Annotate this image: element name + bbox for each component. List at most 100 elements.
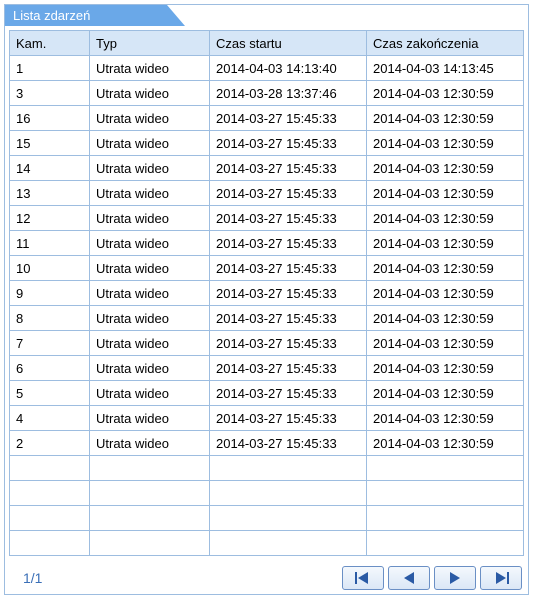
table-row[interactable]: 12Utrata wideo2014-03-27 15:45:332014-04… [10,206,524,231]
table-row[interactable]: 9Utrata wideo2014-03-27 15:45:332014-04-… [10,281,524,306]
cell-kam: 2 [10,431,90,456]
cell-end: 2014-04-03 12:30:59 [367,231,524,256]
table-row[interactable]: 4Utrata wideo2014-03-27 15:45:332014-04-… [10,406,524,431]
col-header-typ[interactable]: Typ [90,31,210,56]
table-row[interactable]: 15Utrata wideo2014-03-27 15:45:332014-04… [10,131,524,156]
table-row[interactable]: 2Utrata wideo2014-03-27 15:45:332014-04-… [10,431,524,456]
table-row[interactable]: 14Utrata wideo2014-03-27 15:45:332014-04… [10,156,524,181]
next-icon [448,571,462,585]
next-page-button[interactable] [434,566,476,590]
cell-empty [210,531,367,556]
cell-start: 2014-03-27 15:45:33 [210,206,367,231]
cell-end: 2014-04-03 12:30:59 [367,156,524,181]
cell-start: 2014-03-27 15:45:33 [210,131,367,156]
cell-end: 2014-04-03 12:30:59 [367,81,524,106]
cell-end: 2014-04-03 12:30:59 [367,381,524,406]
cell-end: 2014-04-03 12:30:59 [367,356,524,381]
table-row-empty [10,506,524,531]
cell-end: 2014-04-03 12:30:59 [367,431,524,456]
cell-typ: Utrata wideo [90,131,210,156]
col-header-end[interactable]: Czas zakończenia [367,31,524,56]
cell-start: 2014-03-27 15:45:33 [210,356,367,381]
cell-kam: 10 [10,256,90,281]
table-row-empty [10,481,524,506]
cell-empty [210,506,367,531]
cell-start: 2014-03-28 13:37:46 [210,81,367,106]
cell-kam: 5 [10,381,90,406]
cell-empty [10,456,90,481]
cell-empty [10,531,90,556]
cell-typ: Utrata wideo [90,331,210,356]
cell-start: 2014-03-27 15:45:33 [210,281,367,306]
cell-empty [90,531,210,556]
cell-end: 2014-04-03 12:30:59 [367,331,524,356]
last-page-button[interactable] [480,566,522,590]
cell-kam: 4 [10,406,90,431]
cell-typ: Utrata wideo [90,156,210,181]
table-row[interactable]: 10Utrata wideo2014-03-27 15:45:332014-04… [10,256,524,281]
cell-end: 2014-04-03 12:30:59 [367,281,524,306]
cell-kam: 6 [10,356,90,381]
table-row[interactable]: 8Utrata wideo2014-03-27 15:45:332014-04-… [10,306,524,331]
last-icon [492,571,510,585]
cell-typ: Utrata wideo [90,281,210,306]
cell-empty [367,506,524,531]
cell-empty [90,481,210,506]
cell-start: 2014-03-27 15:45:33 [210,256,367,281]
table-row[interactable]: 5Utrata wideo2014-03-27 15:45:332014-04-… [10,381,524,406]
table-row[interactable]: 3Utrata wideo2014-03-28 13:37:462014-04-… [10,81,524,106]
cell-kam: 1 [10,56,90,81]
cell-kam: 15 [10,131,90,156]
cell-end: 2014-04-03 12:30:59 [367,181,524,206]
cell-typ: Utrata wideo [90,81,210,106]
col-header-kam[interactable]: Kam. [10,31,90,56]
table-row-empty [10,531,524,556]
cell-typ: Utrata wideo [90,106,210,131]
cell-empty [90,456,210,481]
cell-typ: Utrata wideo [90,431,210,456]
col-header-start[interactable]: Czas startu [210,31,367,56]
prev-icon [402,571,416,585]
event-table: Kam. Typ Czas startu Czas zakończenia 1U… [9,30,524,556]
cell-typ: Utrata wideo [90,406,210,431]
table-row[interactable]: 16Utrata wideo2014-03-27 15:45:332014-04… [10,106,524,131]
cell-kam: 11 [10,231,90,256]
cell-kam: 14 [10,156,90,181]
cell-end: 2014-04-03 12:30:59 [367,406,524,431]
cell-start: 2014-03-27 15:45:33 [210,106,367,131]
table-row[interactable]: 6Utrata wideo2014-03-27 15:45:332014-04-… [10,356,524,381]
table-row[interactable]: 11Utrata wideo2014-03-27 15:45:332014-04… [10,231,524,256]
cell-empty [367,531,524,556]
cell-empty [367,481,524,506]
cell-kam: 9 [10,281,90,306]
cell-start: 2014-03-27 15:45:33 [210,181,367,206]
cell-typ: Utrata wideo [90,231,210,256]
event-list-panel: Lista zdarzeń Kam. Typ Czas startu Czas … [4,4,529,595]
cell-end: 2014-04-03 14:13:45 [367,56,524,81]
table-row[interactable]: 1Utrata wideo2014-04-03 14:13:402014-04-… [10,56,524,81]
table-container: Kam. Typ Czas startu Czas zakończenia 1U… [5,26,528,560]
panel-title: Lista zdarzeń [5,5,185,26]
cell-typ: Utrata wideo [90,356,210,381]
first-icon [354,571,372,585]
prev-page-button[interactable] [388,566,430,590]
cell-empty [210,481,367,506]
table-row[interactable]: 13Utrata wideo2014-03-27 15:45:332014-04… [10,181,524,206]
cell-empty [210,456,367,481]
first-page-button[interactable] [342,566,384,590]
cell-start: 2014-03-27 15:45:33 [210,406,367,431]
table-header-row: Kam. Typ Czas startu Czas zakończenia [10,31,524,56]
cell-end: 2014-04-03 12:30:59 [367,256,524,281]
cell-end: 2014-04-03 12:30:59 [367,206,524,231]
cell-kam: 7 [10,331,90,356]
cell-kam: 16 [10,106,90,131]
table-row[interactable]: 7Utrata wideo2014-03-27 15:45:332014-04-… [10,331,524,356]
cell-start: 2014-03-27 15:45:33 [210,306,367,331]
cell-end: 2014-04-03 12:30:59 [367,306,524,331]
cell-typ: Utrata wideo [90,256,210,281]
cell-start: 2014-04-03 14:13:40 [210,56,367,81]
cell-kam: 12 [10,206,90,231]
cell-start: 2014-03-27 15:45:33 [210,156,367,181]
cell-empty [367,456,524,481]
cell-empty [10,481,90,506]
